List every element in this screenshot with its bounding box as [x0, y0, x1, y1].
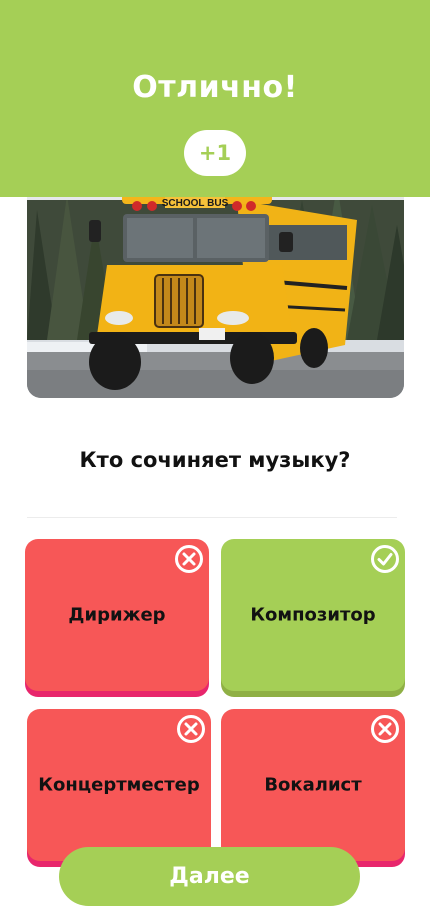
check-circle-icon: [371, 545, 399, 573]
answer-option-3[interactable]: Концертместер: [27, 709, 211, 861]
question-text: Кто сочиняет музыку?: [79, 448, 351, 472]
divider: [27, 517, 397, 518]
result-title: Отлично!: [132, 70, 298, 105]
points-badge: +1: [184, 130, 246, 176]
answer-label: Композитор: [250, 604, 376, 626]
answer-option-4[interactable]: Вокалист: [221, 709, 405, 861]
answer-option-2[interactable]: Композитор: [221, 539, 405, 691]
question-image: SCHOOL BUS: [27, 170, 404, 398]
close-circle-icon: [177, 715, 205, 743]
close-circle-icon: [175, 545, 203, 573]
close-circle-icon: [371, 715, 399, 743]
result-banner: Отлично! +1: [0, 0, 430, 197]
answer-label: Концертместер: [38, 774, 200, 796]
answer-label: Вокалист: [264, 774, 362, 796]
answer-label: Дирижер: [68, 604, 166, 626]
svg-text:SCHOOL BUS: SCHOOL BUS: [162, 198, 229, 209]
answer-option-1[interactable]: Дирижер: [25, 539, 209, 691]
next-button[interactable]: Далее: [59, 847, 360, 906]
